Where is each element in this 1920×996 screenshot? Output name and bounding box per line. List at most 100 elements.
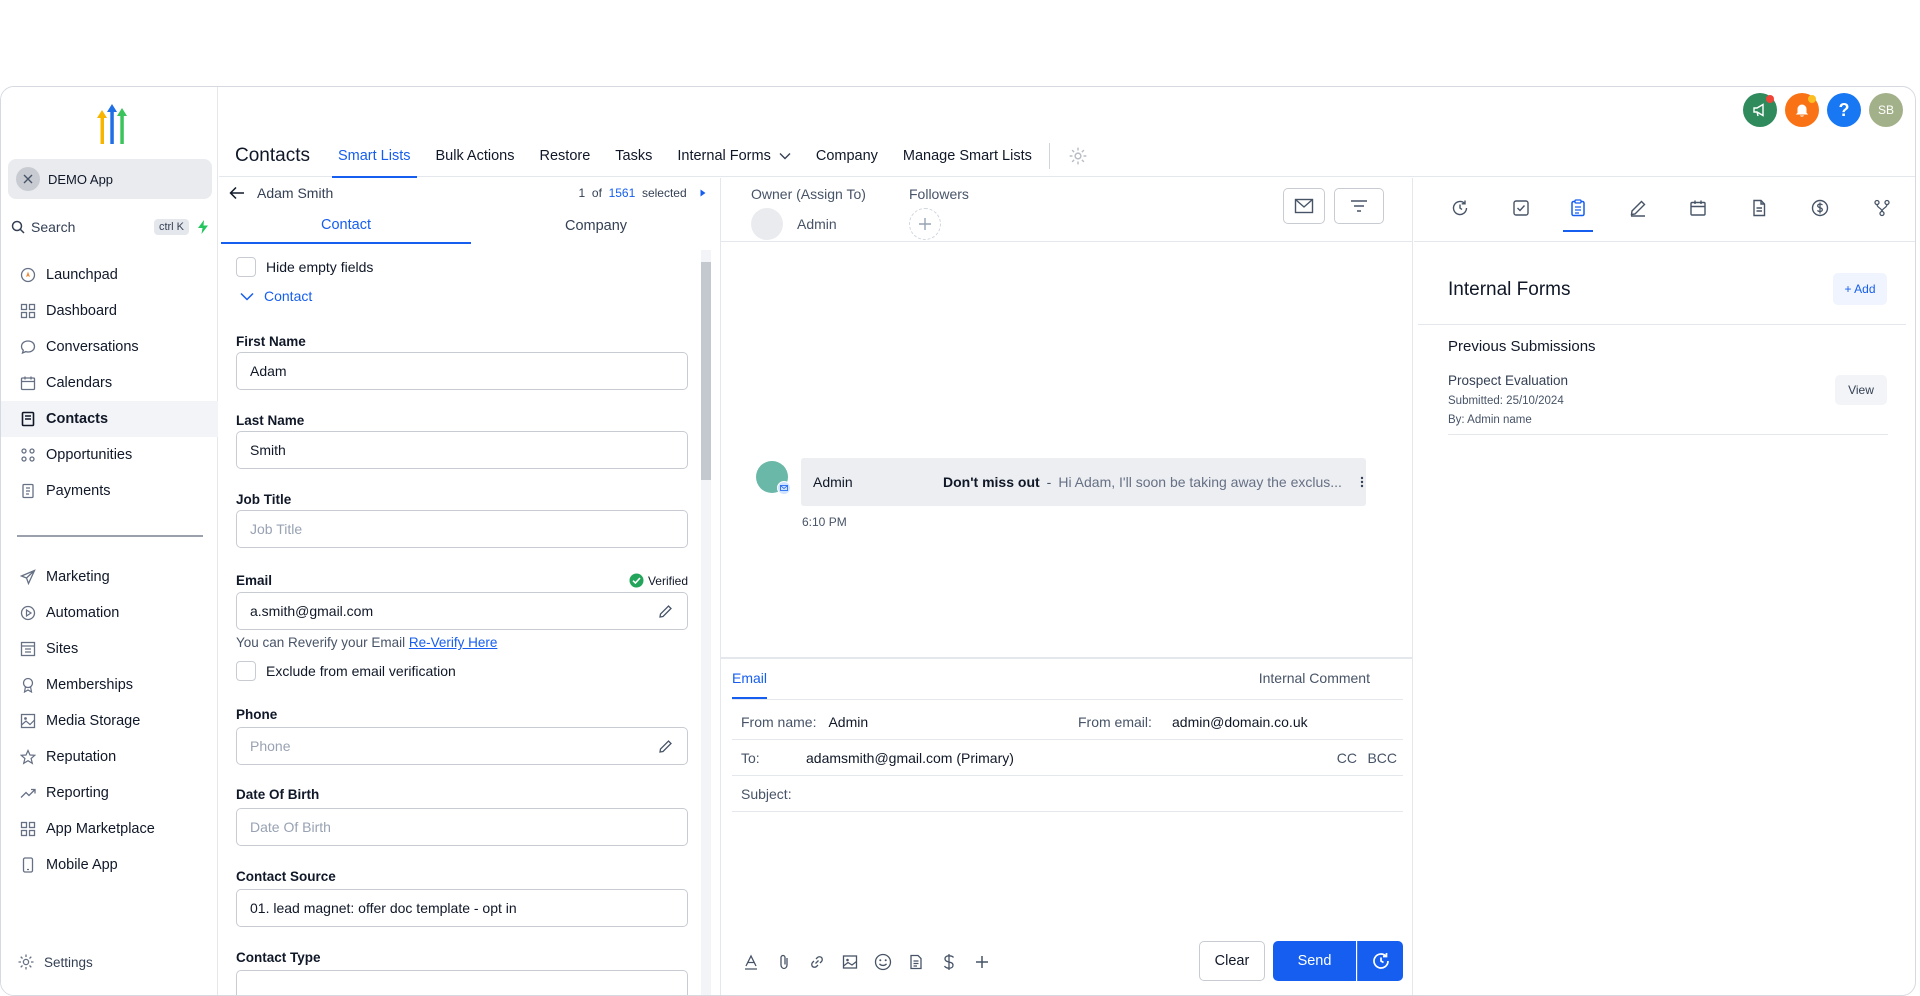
plus-icon	[919, 218, 931, 230]
tab-email[interactable]: Email	[732, 670, 768, 699]
job-title-label: Job Title	[236, 492, 292, 507]
add-follower-button[interactable]	[909, 208, 941, 240]
subject-row[interactable]: Subject:	[732, 776, 1403, 812]
from-name-value[interactable]: Admin	[828, 714, 868, 730]
tab-contact[interactable]: Contact	[221, 208, 471, 244]
cc-button[interactable]: CC	[1337, 750, 1357, 766]
tab-company[interactable]: Company	[816, 135, 878, 177]
from-email-value[interactable]: admin@domain.co.uk	[1172, 714, 1308, 730]
attachment-icon[interactable]	[772, 950, 796, 974]
filter-button[interactable]	[1334, 188, 1384, 224]
tab-internal-comment[interactable]: Internal Comment	[1259, 670, 1370, 686]
tab-bulk-actions[interactable]: Bulk Actions	[436, 135, 515, 177]
hide-empty-checkbox[interactable]	[236, 257, 256, 277]
tasks-icon[interactable]	[1509, 196, 1533, 220]
bcc-button[interactable]: BCC	[1367, 750, 1397, 766]
send-button[interactable]: Send	[1273, 941, 1356, 981]
payments-dollar-icon[interactable]	[1808, 196, 1832, 220]
scrollbar-thumb[interactable]	[701, 262, 711, 480]
activity-icon[interactable]	[1448, 196, 1472, 220]
pager-total[interactable]: 1561	[609, 186, 636, 200]
schedule-send-button[interactable]	[1357, 941, 1403, 981]
sidebar-item-opportunities[interactable]: Opportunities	[1, 437, 218, 473]
tab-company-detail[interactable]: Company	[471, 208, 721, 244]
internal-forms-icon[interactable]	[1563, 196, 1593, 232]
contact-type-field[interactable]	[236, 970, 688, 995]
add-form-button[interactable]: + Add	[1833, 273, 1887, 305]
message-bubble[interactable]: Admin Don't miss out - Hi Adam, I'll soo…	[801, 458, 1366, 506]
sidebar-item-payments[interactable]: Payments	[1, 473, 218, 509]
text-format-icon[interactable]	[739, 950, 763, 974]
sidebar-search[interactable]: Search ctrl K	[11, 215, 211, 239]
announcements-button[interactable]	[1743, 93, 1777, 127]
opportunities-icon	[19, 446, 37, 464]
sidebar-item-reputation[interactable]: Reputation	[1, 739, 218, 775]
sidebar-item-launchpad[interactable]: Launchpad	[1, 257, 218, 293]
scrollbar[interactable]	[701, 250, 711, 995]
tab-manage-smart-lists[interactable]: Manage Smart Lists	[903, 135, 1032, 177]
more-vertical-icon[interactable]	[1360, 476, 1364, 488]
sidebar-item-sites[interactable]: Sites	[1, 631, 218, 667]
sidebar-item-dashboard[interactable]: Dashboard	[1, 293, 218, 329]
settings-gear-icon[interactable]	[1068, 146, 1088, 166]
link-icon[interactable]	[805, 950, 829, 974]
user-avatar[interactable]: SB	[1869, 93, 1903, 127]
contact-section-toggle[interactable]: Contact	[240, 288, 312, 304]
account-switcher[interactable]: DEMO App	[8, 159, 212, 199]
reverify-link[interactable]: Re-Verify Here	[409, 635, 498, 650]
sidebar-item-memberships[interactable]: Memberships	[1, 667, 218, 703]
dollar-icon[interactable]	[937, 950, 961, 974]
tab-tasks[interactable]: Tasks	[615, 135, 652, 177]
sidebar-item-media-storage[interactable]: Media Storage	[1, 703, 218, 739]
dob-field[interactable]: Date Of Birth	[236, 808, 688, 846]
first-name-field[interactable]: Adam	[236, 352, 688, 390]
pencil-icon[interactable]	[658, 604, 673, 619]
hide-empty-row[interactable]: Hide empty fields	[236, 257, 373, 277]
internal-forms-title: Internal Forms	[1448, 279, 1571, 300]
pencil-icon[interactable]	[658, 739, 673, 754]
sidebar-item-label: Calendars	[46, 375, 113, 391]
image-insert-icon[interactable]	[838, 950, 862, 974]
quick-action-icon[interactable]	[195, 219, 211, 235]
to-value[interactable]: adamsmith@gmail.com (Primary)	[806, 750, 1014, 766]
sidebar-item-contacts[interactable]: Contacts	[1, 401, 218, 437]
template-icon[interactable]	[904, 950, 928, 974]
phone-field[interactable]: Phone	[236, 727, 688, 765]
sidebar-item-reporting[interactable]: Reporting	[1, 775, 218, 811]
notifications-button[interactable]	[1785, 93, 1819, 127]
clear-button[interactable]: Clear	[1199, 941, 1265, 981]
tab-internal-forms[interactable]: Internal Forms	[677, 135, 791, 177]
job-title-field[interactable]: Job Title	[236, 510, 688, 548]
notification-dot	[1808, 95, 1816, 103]
notes-pencil-icon[interactable]	[1626, 196, 1650, 220]
tab-smart-lists[interactable]: Smart Lists	[332, 135, 416, 178]
last-name-field[interactable]: Smith	[236, 431, 688, 469]
email-field[interactable]: a.smith@gmail.com	[236, 592, 688, 630]
sidebar-item-calendars[interactable]: Calendars	[1, 365, 218, 401]
next-record-icon[interactable]	[700, 189, 706, 197]
sidebar-item-app-marketplace[interactable]: App Marketplace	[1, 811, 218, 847]
documents-icon[interactable]	[1747, 196, 1771, 220]
sidebar-item-conversations[interactable]: Conversations	[1, 329, 218, 365]
composer-tabs: Email Internal Comment	[732, 670, 1403, 700]
exclude-verification-row[interactable]: Exclude from email verification	[236, 661, 456, 681]
sidebar-item-marketing[interactable]: Marketing	[1, 559, 218, 595]
sidebar-item-automation[interactable]: Automation	[1, 595, 218, 631]
view-submission-button[interactable]: View	[1835, 375, 1887, 405]
sidebar-item-label: Sites	[46, 641, 79, 657]
contact-source-field[interactable]: 01. lead magnet: offer doc template - op…	[236, 889, 688, 927]
exclude-verification-checkbox[interactable]	[236, 661, 256, 681]
help-button[interactable]: ?	[1827, 93, 1861, 127]
back-arrow-icon[interactable]	[229, 186, 245, 200]
appointments-calendar-icon[interactable]	[1686, 196, 1710, 220]
plus-icon[interactable]	[970, 950, 994, 974]
app-logo[interactable]	[93, 102, 131, 144]
owner-selector[interactable]: Admin	[751, 208, 866, 240]
sidebar-item-label: Contacts	[46, 411, 109, 427]
sidebar-item-mobile-app[interactable]: Mobile App	[1, 847, 218, 883]
sidebar-settings[interactable]: Settings	[17, 953, 93, 971]
tab-restore[interactable]: Restore	[540, 135, 591, 177]
emoji-icon[interactable]	[871, 950, 895, 974]
workflow-icon[interactable]	[1870, 196, 1894, 220]
email-filter-button[interactable]	[1283, 188, 1325, 224]
